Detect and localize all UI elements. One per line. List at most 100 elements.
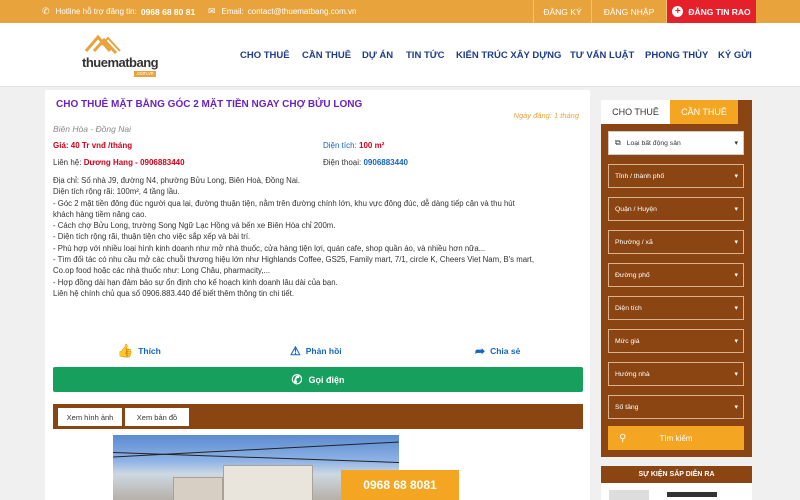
tab-map[interactable]: Xem bản đồ xyxy=(125,408,189,426)
tab-cho-thue[interactable]: CHO THUÊ xyxy=(601,100,670,124)
select-value: Mức giá xyxy=(615,337,640,345)
chevron-down-icon: ▾ xyxy=(734,404,738,411)
listing-title: CHO THUÊ MẶT BẰNG GÓC 2 MẶT TIỀN NGAY CH… xyxy=(56,99,363,110)
contact-value[interactable]: Dương Hang - 0906883440 xyxy=(84,158,185,167)
like-label: Thích xyxy=(138,346,161,356)
logo-text: thuematbang xyxy=(82,55,159,70)
post-listing-label: ĐĂNG TIN RAO xyxy=(688,6,751,17)
tab-can-thue[interactable]: CẦN THUÊ xyxy=(670,100,738,124)
chevron-down-icon: ▾ xyxy=(734,272,738,279)
phone-icon: ✆ xyxy=(291,371,303,387)
chevron-down-icon: ▾ xyxy=(734,338,738,345)
hotline: ✆ Hotline hỗ trợ đăng tin: 0968 68 80 81 xyxy=(42,0,195,23)
description-line: Diện tích rộng rãi: 100m², 4 tầng lầu. xyxy=(53,187,180,197)
report-button[interactable]: ⚠ Phản hồi xyxy=(290,344,342,358)
description-line: - Diện tích rộng rãi, thuận tiện cho việ… xyxy=(53,232,251,242)
header: thuematbang .com.vn CHO THUÊ CẦN THUÊ DỰ… xyxy=(0,23,800,87)
search-button[interactable]: ⚲ Tìm kiếm xyxy=(608,426,744,450)
area-label: Diện tích: xyxy=(323,141,357,150)
nav-item-du-an[interactable]: DỰ ÁN xyxy=(362,23,393,87)
description-line: - Góc 2 mặt tiền đông đúc người qua lại,… xyxy=(53,198,515,208)
login-button[interactable]: ĐĂNG NHẬP xyxy=(591,0,666,23)
phone-value[interactable]: 0906883440 xyxy=(363,158,408,167)
direction-select[interactable]: Hướng nhà ▾ xyxy=(608,362,744,386)
posted-date: Ngày đăng: 1 tháng xyxy=(513,111,579,120)
nav-item-ky-gui[interactable]: KÝ GỬI xyxy=(718,23,752,87)
event-title-placeholder[interactable] xyxy=(667,492,717,497)
chevron-down-icon: ▾ xyxy=(734,140,738,147)
contact-label: Liên hệ: xyxy=(53,158,82,167)
chevron-down-icon: ▾ xyxy=(734,173,738,180)
floors-select[interactable]: Số tầng ▾ xyxy=(608,395,744,419)
nav-link[interactable]: KIẾN TRÚC XÂY DỰNG xyxy=(456,50,561,61)
nav-link[interactable]: DỰ ÁN xyxy=(362,50,393,61)
hotline-number[interactable]: 0968 68 80 81 xyxy=(141,7,195,17)
plus-icon: + xyxy=(672,6,684,17)
register-button[interactable]: ĐĂNG KÝ xyxy=(533,0,591,23)
share-button[interactable]: ➦ Chia sẻ xyxy=(475,344,520,358)
nav-link[interactable]: CHO THUÊ xyxy=(240,50,290,61)
description-line: - Phù hợp với nhiều loại hình kinh doanh… xyxy=(53,243,486,253)
nav-item-kien-truc[interactable]: KIẾN TRÚC XÂY DỰNG xyxy=(456,23,561,87)
share-icon: ➦ xyxy=(475,344,486,358)
property-type-select[interactable]: ⧉ Loại bất động sản ▾ xyxy=(608,131,744,155)
logo-domain: .com.vn xyxy=(134,71,156,77)
description-line: Địa chỉ: Số nhà J9, đường N4, phường Bửu… xyxy=(53,176,300,185)
nav-item-phong-thuy[interactable]: PHONG THỦY xyxy=(645,23,708,87)
report-label: Phản hồi xyxy=(305,346,342,356)
event-thumbnail[interactable] xyxy=(609,490,649,500)
nav-link[interactable]: TIN TỨC xyxy=(406,50,445,61)
price-row: Giá: 40 Tr vnđ /tháng xyxy=(53,141,132,150)
chevron-down-icon: ▾ xyxy=(734,239,738,246)
province-select[interactable]: Tỉnh / thành phố ▾ xyxy=(608,164,744,188)
photo-phone-badge: 0968 68 8081 xyxy=(341,470,459,500)
price-select[interactable]: Mức giá ▾ xyxy=(608,329,744,353)
select-value: Tỉnh / thành phố xyxy=(615,172,665,180)
description-line: - Cách chợ Bửu Long, trường Song Ngữ Lạc… xyxy=(53,221,336,231)
top-bar: ✆ Hotline hỗ trợ đăng tin: 0968 68 80 81… xyxy=(0,0,800,23)
building-shape xyxy=(223,465,313,500)
price-label: Giá: xyxy=(53,141,69,150)
description-line: - Tìm đối tác có nhu cầu mở các chuỗi th… xyxy=(53,255,534,265)
media-tabs: Xem hình ảnh Xem bản đồ xyxy=(53,404,583,429)
listing-location: Biên Hòa - Đồng Nai xyxy=(53,124,131,134)
power-line xyxy=(113,441,399,458)
power-line xyxy=(113,452,399,463)
warning-icon: ⚠ xyxy=(290,344,301,358)
search-icon: ⚲ xyxy=(619,432,627,444)
search-sidebar: CHO THUÊ CẦN THUÊ ⧉ Loại bất động sản ▾ … xyxy=(601,100,752,457)
nav-item-tin-tuc[interactable]: TIN TỨC xyxy=(406,23,445,87)
nav-link[interactable]: PHONG THỦY xyxy=(645,50,708,61)
nav-link[interactable]: KÝ GỬI xyxy=(718,50,752,61)
call-button[interactable]: ✆ Gọi điện xyxy=(53,367,583,392)
nav-link[interactable]: TƯ VẤN LUẬT xyxy=(570,50,634,61)
select-value: Quận / Huyện xyxy=(615,205,657,213)
post-listing-button[interactable]: + ĐĂNG TIN RAO xyxy=(666,0,756,23)
district-select[interactable]: Quận / Huyện ▾ xyxy=(608,197,744,221)
select-value: Số tầng xyxy=(615,403,639,411)
nav-item-tu-van-luat[interactable]: TƯ VẤN LUẬT xyxy=(570,23,634,87)
chevron-down-icon: ▾ xyxy=(734,305,738,312)
email-address[interactable]: contact@thuematbang.com.vn xyxy=(248,7,357,16)
phone-label: Điện thoại: xyxy=(323,158,362,167)
tab-images[interactable]: Xem hình ảnh xyxy=(58,408,122,426)
street-select[interactable]: Đường phố ▾ xyxy=(608,263,744,287)
like-button[interactable]: 👍 Thích xyxy=(117,343,161,358)
logo[interactable]: thuematbang .com.vn xyxy=(82,31,164,79)
area-row: Diện tích: 100 m² xyxy=(323,141,384,150)
nav-item-can-thue[interactable]: CẦN THUÊ xyxy=(302,23,351,87)
ward-select[interactable]: Phường / xã ▾ xyxy=(608,230,744,254)
envelope-icon: ✉ xyxy=(208,6,216,16)
events-title: SỰ KIỆN SẮP DIỄN RA xyxy=(601,466,752,483)
description-line: khách hàng tiềm năng cao. xyxy=(53,209,147,219)
select-value: Diện tích xyxy=(615,304,642,312)
nav-link[interactable]: CẦN THUÊ xyxy=(302,50,351,61)
chevron-down-icon: ▾ xyxy=(734,371,738,378)
upcoming-events: SỰ KIỆN SẮP DIỄN RA xyxy=(601,466,752,500)
listing-description: Địa chỉ: Số nhà J9, đường N4, phường Bửu… xyxy=(53,175,573,299)
search-label: Tìm kiếm xyxy=(659,433,693,443)
share-label: Chia sẻ xyxy=(490,346,521,356)
nav-item-cho-thue[interactable]: CHO THUÊ xyxy=(240,23,290,87)
listing-detail: CHO THUÊ MẶT BẰNG GÓC 2 MẶT TIỀN NGAY CH… xyxy=(45,90,590,500)
area-select[interactable]: Diện tích ▾ xyxy=(608,296,744,320)
